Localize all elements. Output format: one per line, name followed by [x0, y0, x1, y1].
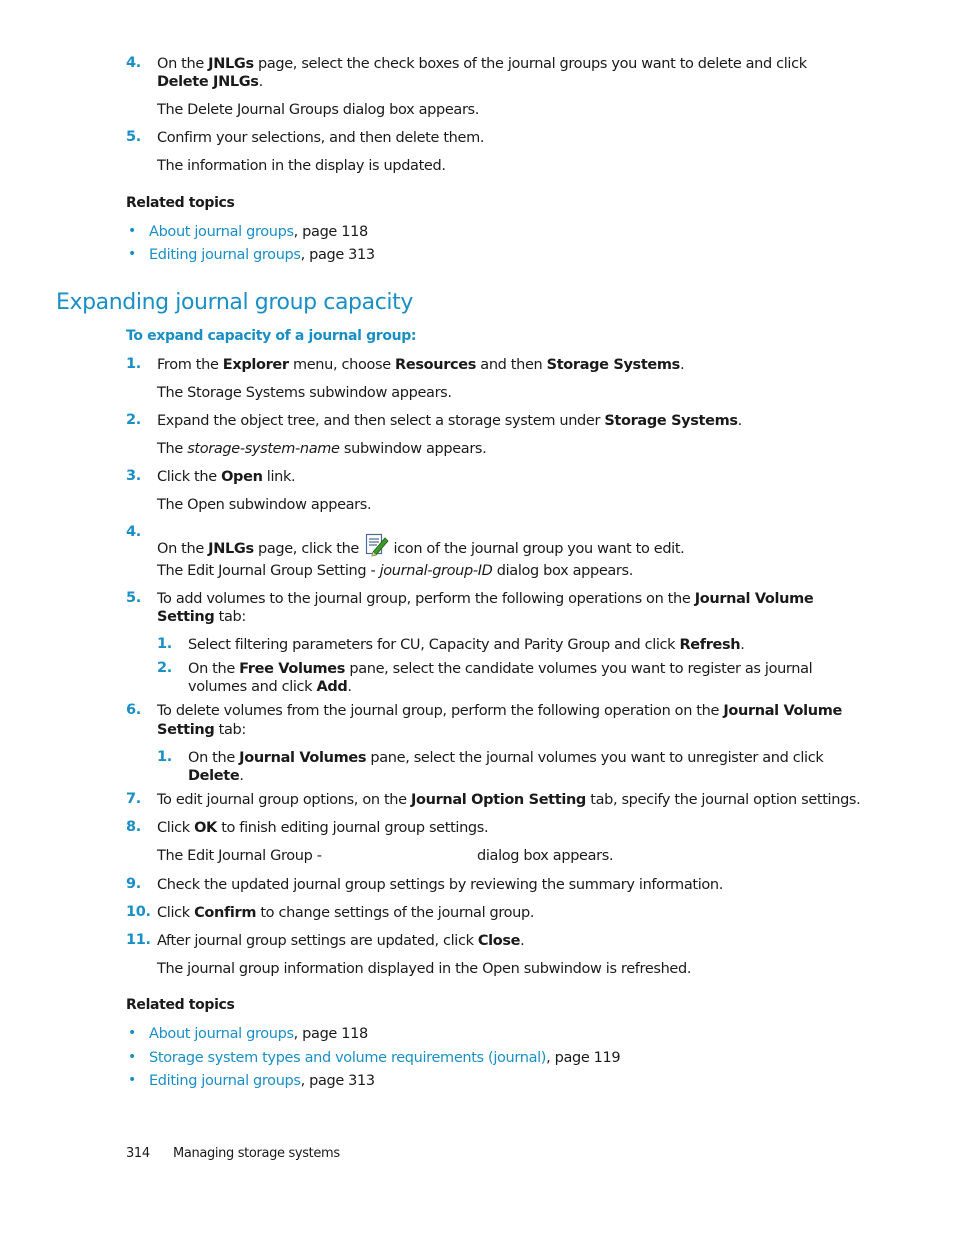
substep-number: 1. [157, 636, 172, 652]
related-topics-heading: Related topics [126, 997, 235, 1013]
related-topic-link[interactable]: About journal groups [149, 1026, 294, 1042]
chapter-title: Managing storage systems [173, 1146, 340, 1161]
step-result: The information in the display is update… [157, 158, 446, 174]
related-topics-heading: Related topics [126, 195, 235, 211]
step-text: On the JNLGs page, select the check boxe… [157, 56, 807, 72]
step-result: The storage-system-name subwindow appear… [157, 441, 487, 457]
step-number: 3. [126, 468, 141, 484]
step-text: Click the Open link. [157, 469, 296, 485]
edit-icon [365, 533, 389, 557]
procedure-title: To expand capacity of a journal group: [126, 328, 417, 344]
substep-text-continued: Delete. [188, 768, 244, 784]
bullet: • [128, 1025, 136, 1041]
step-text: On the JNLGs page, click the icon of the… [157, 533, 685, 558]
related-topic-link[interactable]: Editing journal groups [149, 1073, 301, 1089]
substep-number: 1. [157, 749, 172, 765]
step-text-continued: Delete JNLGs. [157, 74, 263, 90]
step-result-continued: dialog box appears. [477, 848, 614, 864]
substep-number: 2. [157, 660, 172, 676]
related-topic-link[interactable]: Editing journal groups [149, 247, 301, 263]
step-result: The Edit Journal Group - [157, 848, 322, 864]
substep-text: Select filtering parameters for CU, Capa… [188, 637, 745, 653]
step-number: 4. [126, 524, 141, 540]
related-topic-item: Editing journal groups, page 313 [149, 247, 375, 263]
step-text: To add volumes to the journal group, per… [157, 591, 814, 607]
section-title: Expanding journal group capacity [56, 290, 413, 315]
step-number: 8. [126, 819, 141, 835]
related-topic-item: About journal groups, page 118 [149, 224, 368, 240]
step-text: From the Explorer menu, choose Resources… [157, 357, 685, 373]
related-topic-item: Storage system types and volume requirem… [149, 1050, 621, 1066]
step-number: 1. [126, 356, 141, 372]
step-text: Click OK to finish editing journal group… [157, 820, 489, 836]
step-text: To delete volumes from the journal group… [157, 703, 842, 719]
substep-text-continued: volumes and click Add. [188, 679, 352, 695]
bullet: • [128, 1072, 136, 1088]
bullet: • [128, 223, 136, 239]
step-number: 11. [126, 932, 151, 948]
step-result: The Edit Journal Group Setting - journal… [157, 563, 634, 579]
step-text-continued: Setting tab: [157, 722, 246, 738]
step-result: The Delete Journal Groups dialog box app… [157, 102, 480, 118]
related-topic-item: Editing journal groups, page 313 [149, 1073, 375, 1089]
bullet: • [128, 1049, 136, 1065]
substep-text: On the Free Volumes pane, select the can… [188, 661, 813, 677]
step-text: After journal group settings are updated… [157, 933, 525, 949]
step-number: 9. [126, 876, 141, 892]
step-text: To edit journal group options, on the Jo… [157, 792, 861, 808]
step-number: 7. [126, 791, 141, 807]
step-number: 5. [126, 590, 141, 606]
step-text-continued: Setting tab: [157, 609, 246, 625]
step-number: 4. [126, 55, 141, 71]
page-number: 314 [126, 1146, 150, 1161]
step-text: Click Confirm to change settings of the … [157, 905, 535, 921]
step-result: The Storage Systems subwindow appears. [157, 385, 452, 401]
step-number: 2. [126, 412, 141, 428]
step-text: Check the updated journal group settings… [157, 877, 723, 893]
step-number: 6. [126, 702, 141, 718]
step-text: Confirm your selections, and then delete… [157, 130, 485, 146]
substep-text: On the Journal Volumes pane, select the … [188, 750, 824, 766]
related-topic-item: About journal groups, page 118 [149, 1026, 368, 1042]
step-result: The journal group information displayed … [157, 961, 692, 977]
step-text: Expand the object tree, and then select … [157, 413, 742, 429]
related-topic-link[interactable]: About journal groups [149, 224, 294, 240]
bullet: • [128, 246, 136, 262]
step-number: 10. [126, 904, 151, 920]
related-topic-link[interactable]: Storage system types and volume requirem… [149, 1050, 546, 1066]
step-result: The Open subwindow appears. [157, 497, 372, 513]
step-number: 5. [126, 129, 141, 145]
